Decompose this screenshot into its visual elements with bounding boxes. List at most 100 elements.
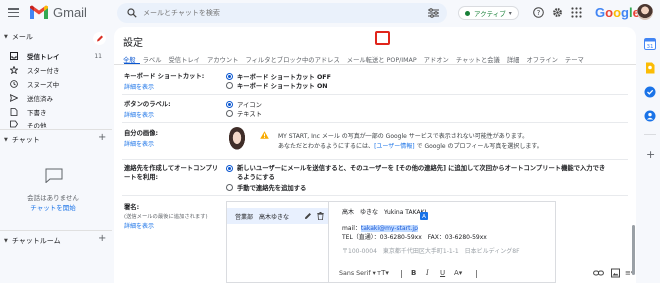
sidebar-item-inbox[interactable]: 受信トレイ 11 [0,50,112,62]
font-family-select[interactable]: Sans Serif ▾ [339,268,376,278]
tab-accounts[interactable]: アカウント [207,55,238,64]
search-input[interactable] [143,6,403,20]
shortcuts-on-option[interactable]: キーボード ショートカット ON [226,81,328,90]
tab-filters[interactable]: フィルタとブロック中のアドレス [245,55,339,64]
divider [0,129,112,130]
chat-section-label: チャット [11,136,40,144]
my-picture-learn-more-link[interactable]: 詳細を表示 [124,139,154,148]
chat-bubble-icon [45,168,63,183]
sidebar-item-snoozed[interactable]: スヌーズ中 [0,78,112,90]
text-color-icon[interactable]: A▾ [454,268,462,278]
tasks-icon[interactable] [644,86,656,98]
main-menu-icon[interactable] [8,8,19,18]
sidebar-item-label: 下書き [27,109,47,117]
help-icon[interactable]: ? [533,7,544,18]
radio-label: キーボード ショートカット ON [237,83,328,90]
radio-selected[interactable] [226,101,233,108]
italic-icon[interactable]: I [426,268,429,278]
signature-learn-more-link[interactable]: 詳細を表示 [124,221,154,230]
insert-link-icon[interactable] [593,268,604,278]
google-logo[interactable]: Google [595,5,640,20]
keep-icon[interactable] [644,62,656,74]
autocomplete-auto-option[interactable]: 新しいユーザーにメールを送信すると、そのユーザーを [その他の連絡先] に追加し… [226,164,632,182]
rooms-section-label: チャットルーム [11,237,61,245]
new-room-plus-icon[interactable]: + [98,233,106,244]
search-bar[interactable] [117,3,447,23]
undo-icon: | [400,268,403,278]
google-letter: g [621,5,629,20]
profile-photo[interactable] [228,127,246,151]
tab-offline[interactable]: オフライン [526,55,557,64]
signature-list: 営業部 高木ゆきな [227,202,329,283]
delete-trash-icon[interactable] [317,212,324,220]
settings-gear-icon[interactable] [552,7,563,18]
radio-selected[interactable] [226,73,233,80]
status-selector[interactable]: アクティブ ▾ [458,6,519,20]
labels-text-option[interactable]: テキスト [226,109,262,118]
tab-forwarding[interactable]: メール転送と POP/IMAP [347,55,417,64]
bold-icon[interactable]: B [411,268,416,278]
tab-themes[interactable]: テーマ [565,55,584,64]
shortcuts-off-option[interactable]: キーボード ショートカット OFF [226,72,331,81]
sidebar-item-label: スター付き [27,67,60,75]
radio-selected[interactable] [226,165,233,172]
svg-text:?: ? [537,9,541,17]
sidebar-item-starred[interactable]: スター付き [0,64,112,76]
tab-chat-meet[interactable]: チャットと会議 [456,55,500,64]
rooms-section-header[interactable]: ▼ チャットルーム [4,236,61,246]
radio-unselected[interactable] [226,82,233,89]
chat-section-header[interactable]: ▼ チャット [4,135,40,145]
start-chat-link[interactable]: チャットを開始 [0,202,106,212]
tab-labels[interactable]: ラベル [143,55,162,64]
warning-icon [260,131,269,139]
mail-section-header[interactable]: ▼ メール [4,32,33,42]
tabs-divider [114,64,636,65]
sidebar-item-drafts[interactable]: 下書き [0,106,112,118]
get-addons-plus-icon[interactable]: + [646,148,655,161]
insert-image-icon[interactable] [611,268,620,278]
caret-down-icon: ▼ [4,137,8,143]
tab-inbox[interactable]: 受信トレイ [168,55,199,64]
underline-icon[interactable]: U [440,268,445,278]
row-divider [122,94,628,95]
signature-line-address: 〒100-0004 東京都千代田区大手町1-1-1 日本ビルディング8F [342,248,520,255]
translate-icon[interactable]: A [420,212,428,220]
new-chat-plus-icon[interactable]: + [98,132,106,143]
tab-advanced[interactable]: 詳細 [507,55,520,64]
shortcuts-learn-more-link[interactable]: 詳細を表示 [124,82,154,91]
sidebar-item-sent[interactable]: 送信済み [0,92,112,104]
sidebar-item-label: その他 [27,122,47,128]
google-letter: G [595,5,606,20]
button-labels-learn-more-link[interactable]: 詳細を表示 [124,110,154,119]
labels-icons-option[interactable]: アイコン [226,100,262,109]
settings-scrollbar[interactable] [632,225,635,275]
compose-pencil-icon[interactable] [93,32,106,45]
filter-icon[interactable] [428,8,439,18]
signature-email-link[interactable]: takaki@my-start.jp [360,225,418,232]
radio-unselected[interactable] [226,184,233,191]
font-size-button[interactable]: тT▾ [377,268,389,278]
contacts-icon[interactable] [644,110,656,122]
unread-count: 11 [94,52,102,60]
apps-grid-icon[interactable] [571,7,582,18]
edit-pencil-icon[interactable] [304,212,312,220]
format-toolbar: Sans Serif ▾ тT▾ | B I U A▾ | ≡▾ ⁝▾ [329,262,634,283]
tab-addons[interactable]: アドオン [424,55,449,64]
account-avatar[interactable] [637,4,653,20]
sidebar-item-other[interactable]: その他 [0,120,112,128]
autocomplete-label-line: ートを利用: [124,174,159,181]
send-icon [10,94,18,102]
top-bar: Gmail アクティブ ▾ ? Google [0,0,660,26]
radio-unselected[interactable] [226,110,233,117]
signature-item[interactable]: 営業部 高木ゆきな [227,208,328,224]
autocomplete-manual-option[interactable]: 手動で連絡先を追加する [226,183,306,192]
search-icon[interactable] [127,8,137,18]
gmail-logo[interactable]: Gmail [29,5,87,20]
signature-text-area[interactable]: 高木 ゆきな Yukina TAKAKI A mail：takaki@my-st… [329,202,556,262]
user-info-link[interactable]: [ユーザー情報] [374,143,415,150]
calendar-icon[interactable]: 31 [644,38,656,50]
row-divider [122,159,628,160]
status-label: アクティブ [474,10,506,18]
radio-label-line: 新しいユーザーにメールを送信すると、そのユーザーを [その他の連絡先] に追加し… [237,165,606,172]
sidebar-item-label: スヌーズ中 [27,81,60,89]
